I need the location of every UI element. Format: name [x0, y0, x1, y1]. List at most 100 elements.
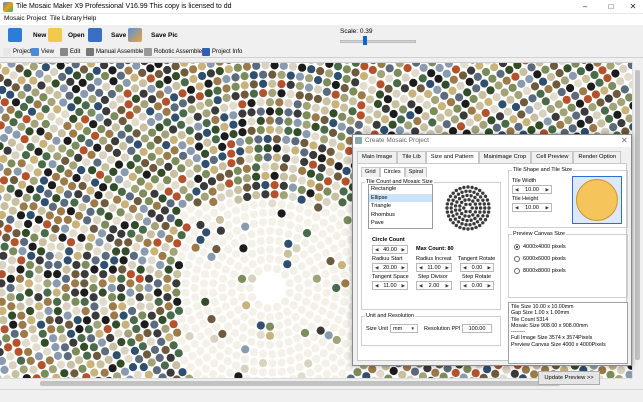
vertical-scrollbar-thumb[interactable] — [635, 70, 640, 360]
update-preview-button[interactable]: Update Preview >> — [538, 371, 600, 385]
mosaic-tile — [62, 302, 71, 311]
save-button[interactable]: Save — [88, 26, 126, 44]
tab-tile-lib[interactable]: Tile Lib — [397, 151, 426, 163]
decrement-icon[interactable]: ◀ — [419, 283, 422, 289]
tab-mainimage-crop[interactable]: Mainimage Crop — [478, 151, 532, 163]
mosaic-tile — [195, 311, 204, 320]
mosaic-tile — [473, 72, 482, 81]
radius-start-stepper[interactable]: ◀ 20.00 ▶ — [372, 263, 408, 272]
mosaic-tile — [71, 297, 80, 306]
tab-view[interactable]: View — [31, 46, 54, 57]
menu-help[interactable]: Help — [83, 15, 96, 22]
increment-icon[interactable]: ▶ — [446, 265, 449, 271]
preview-option-8000[interactable]: 8000x8000 pixels — [514, 268, 566, 274]
mosaic-tile — [43, 288, 52, 297]
increment-icon[interactable]: ▶ — [402, 247, 405, 253]
step-rotate-stepper[interactable]: ◀ 0.00 ▶ — [460, 281, 494, 290]
tangent-space-stepper[interactable]: ◀ 11.00 ▶ — [372, 281, 408, 290]
mosaic-tile — [256, 107, 265, 116]
mosaic-tile — [249, 348, 259, 357]
save-pic-button[interactable]: Save Pic — [128, 26, 178, 44]
mosaic-tile — [81, 115, 90, 124]
mosaic-tile — [357, 91, 366, 100]
tab-manual-assemble[interactable]: Manual Assemble — [86, 46, 143, 57]
mosaic-tile — [293, 128, 302, 137]
mosaic-tile — [514, 122, 523, 131]
mosaic-tile — [261, 171, 270, 180]
minimize-button[interactable]: – — [572, 0, 598, 14]
mosaic-tile — [422, 100, 431, 110]
increment-icon[interactable]: ▶ — [546, 205, 549, 211]
shape-option[interactable]: Rhombus — [369, 211, 432, 220]
mosaic-tile — [227, 288, 236, 297]
mosaic-tile — [297, 176, 307, 185]
horizontal-scrollbar-thumb[interactable] — [40, 381, 560, 386]
new-button[interactable]: New — [8, 26, 46, 44]
mosaic-tile — [388, 120, 397, 129]
radio-icon[interactable] — [514, 256, 520, 262]
close-button[interactable]: ✕ — [620, 0, 643, 14]
tangent-rotate-stepper[interactable]: ◀ 0.00 ▶ — [460, 263, 494, 272]
mosaic-tile — [93, 77, 102, 86]
tab-robotic-assemble[interactable]: Robotic Assemble — [144, 46, 202, 57]
tab-project-info[interactable]: Project Info — [202, 46, 242, 57]
mosaic-tile — [100, 260, 109, 270]
mosaic-tile — [342, 74, 351, 84]
radio-icon[interactable] — [514, 268, 520, 274]
mosaic-tile — [59, 84, 68, 93]
decrement-icon[interactable]: ◀ — [515, 205, 518, 211]
scale-slider[interactable] — [340, 40, 416, 43]
mosaic-tile — [549, 63, 559, 70]
increment-icon[interactable]: ▶ — [546, 187, 549, 193]
mosaic-tile — [82, 158, 91, 167]
decrement-icon[interactable]: ◀ — [375, 247, 378, 253]
tab-cell-preview[interactable]: Cell Preview — [531, 151, 574, 163]
circle-count-stepper[interactable]: ◀ 40.00 ▶ — [372, 245, 408, 254]
menu-tile-library[interactable]: Tile Library — [50, 15, 82, 22]
subtab-spiral[interactable]: Spiral — [404, 167, 427, 177]
shape-list[interactable]: Rectangle Ellipse Triangle Rhombus Pave — [368, 184, 433, 229]
shape-option[interactable]: Triangle — [369, 202, 432, 211]
preview-option-6000[interactable]: 6000x6000 pixels — [514, 256, 566, 262]
dialog-close-icon[interactable]: ✕ — [621, 136, 628, 145]
tab-project[interactable]: Project — [3, 46, 32, 57]
size-unit-select[interactable]: mm ▼ — [390, 324, 418, 333]
preview-option-4000[interactable]: 4000x4000 pixels — [514, 244, 566, 250]
decrement-icon[interactable]: ◀ — [375, 265, 378, 271]
shape-option[interactable]: Rectangle — [369, 185, 432, 194]
mosaic-tile — [585, 63, 594, 72]
resolution-input[interactable]: 100.00 — [462, 324, 492, 333]
decrement-icon[interactable]: ◀ — [419, 265, 422, 271]
tab-render-option[interactable]: Render Option — [573, 151, 622, 163]
increment-icon[interactable]: ▶ — [402, 283, 405, 289]
tile-height-stepper[interactable]: ◀ 10.00 ▶ — [512, 203, 552, 212]
chevron-down-icon[interactable]: ▼ — [411, 326, 415, 331]
subtab-circles[interactable]: Circles — [379, 167, 405, 177]
tab-edit[interactable]: Edit — [60, 46, 80, 57]
tab-size-and-pattern[interactable]: Size and Pattern — [425, 151, 479, 163]
mosaic-tile — [8, 361, 17, 370]
step-divisor-stepper[interactable]: ◀ 2.00 ▶ — [416, 281, 452, 290]
decrement-icon[interactable]: ◀ — [515, 187, 518, 193]
title-bar: Tile Mosaic Maker X9 Professional V16.99… — [0, 0, 643, 14]
decrement-icon[interactable]: ◀ — [463, 283, 466, 289]
tile-width-stepper[interactable]: ◀ 10.00 ▶ — [512, 185, 552, 194]
shape-option-selected[interactable]: Ellipse — [369, 193, 432, 202]
increment-icon[interactable]: ▶ — [488, 265, 491, 271]
radius-increat-stepper[interactable]: ◀ 11.00 ▶ — [416, 263, 452, 272]
mosaic-tile — [61, 293, 71, 302]
radio-selected-icon[interactable] — [514, 244, 520, 250]
mosaic-tile — [53, 260, 63, 269]
menu-mosaic-project[interactable]: Mosaic Project — [4, 15, 47, 22]
mosaic-tile — [591, 90, 601, 99]
open-button[interactable]: Open — [48, 26, 85, 44]
shape-option[interactable]: Pave — [369, 219, 432, 228]
increment-icon[interactable]: ▶ — [446, 283, 449, 289]
mosaic-tile — [106, 233, 115, 243]
subtab-grid[interactable]: Grid — [361, 167, 380, 177]
decrement-icon[interactable]: ◀ — [375, 283, 378, 289]
increment-icon[interactable]: ▶ — [488, 283, 491, 289]
increment-icon[interactable]: ▶ — [402, 265, 405, 271]
decrement-icon[interactable]: ◀ — [463, 265, 466, 271]
tab-main-image[interactable]: Main Image — [357, 151, 398, 163]
